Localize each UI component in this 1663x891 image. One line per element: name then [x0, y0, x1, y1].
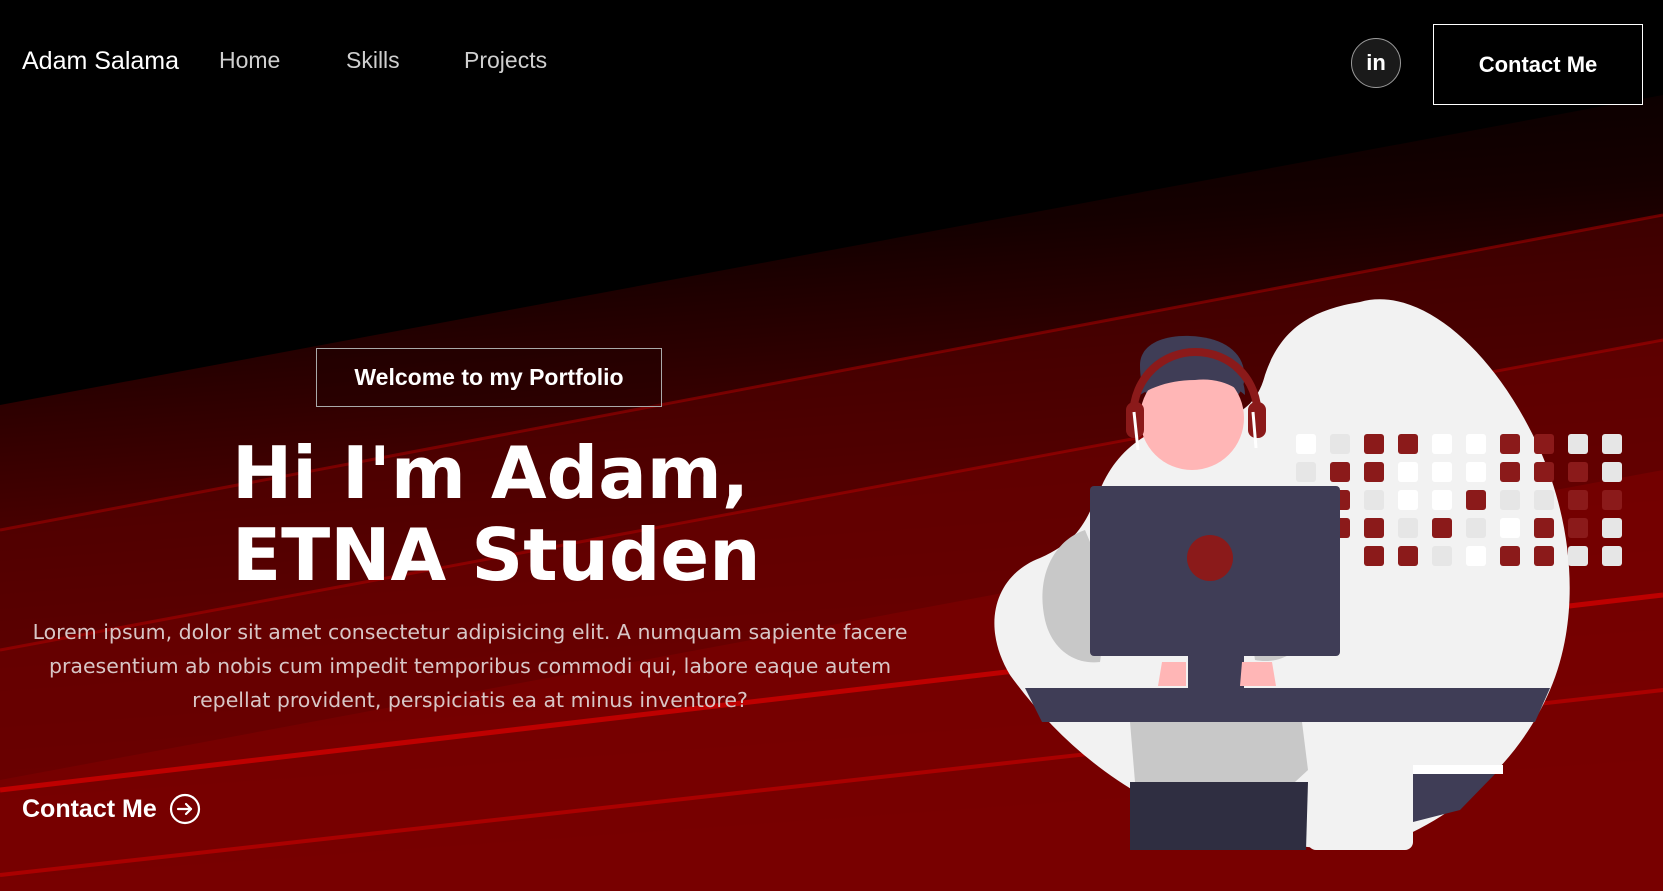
arrow-right-circle-icon	[169, 793, 200, 825]
nav-link-projects[interactable]: Projects	[464, 47, 547, 74]
hero-title: Hi I'm Adam, ETNA Studen	[232, 432, 761, 596]
top-navbar: Adam Salama Home Skills Projects in Cont…	[0, 0, 1663, 130]
linkedin-icon[interactable]: in	[1351, 38, 1401, 88]
hero-title-line-2: ETNA Studen	[232, 513, 761, 597]
developer-at-computer-illustration	[994, 299, 1622, 850]
welcome-tagline: Welcome to my Portfolio	[316, 348, 662, 407]
brand-name[interactable]: Adam Salama	[22, 47, 179, 76]
contact-me-link[interactable]: Contact Me	[22, 793, 201, 825]
portfolio-page: Adam Salama Home Skills Projects in Cont…	[0, 0, 1663, 891]
contact-me-button[interactable]: Contact Me	[1433, 24, 1643, 105]
contact-me-link-label: Contact Me	[22, 794, 157, 823]
hero-description: Lorem ipsum, dolor sit amet consectetur …	[32, 620, 908, 712]
nav-link-skills[interactable]: Skills	[346, 47, 400, 74]
nav-link-home[interactable]: Home	[219, 47, 280, 74]
hero-title-line-1: Hi I'm Adam,	[232, 431, 750, 515]
